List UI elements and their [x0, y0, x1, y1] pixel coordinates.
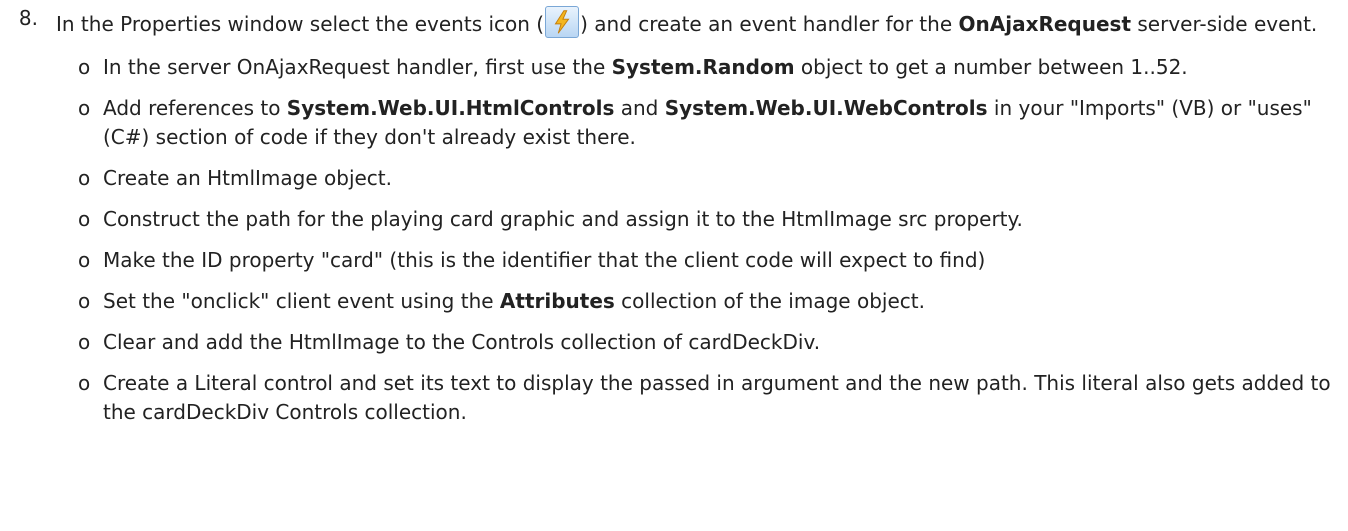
- item-text: Make the ID property "card" (this is the…: [103, 248, 986, 272]
- bullet-marker: o: [78, 166, 91, 190]
- list-item: o Construct the path for the playing card…: [78, 205, 1348, 234]
- bullet-marker: o: [78, 248, 91, 272]
- bullet-marker: o: [78, 330, 91, 354]
- list-item: o Clear and add the HtmlImage to the Cont…: [78, 328, 1348, 357]
- event-name: OnAjaxRequest: [958, 12, 1132, 36]
- bullet-marker: o: [78, 207, 91, 231]
- lightning-bolt-icon: [545, 6, 580, 38]
- item-text: Add references to: [103, 96, 287, 120]
- item-text: Set the "onclick" client event using the: [103, 289, 500, 313]
- list-item: o Make the ID property "card" (this is th…: [78, 246, 1348, 275]
- item-text: Construct the path for the playing card …: [103, 207, 1023, 231]
- item-text: Create a Literal control and set its tex…: [103, 371, 1331, 424]
- item-text: object to get a number between 1..52.: [794, 55, 1188, 79]
- sub-steps-list: o In the server OnAjaxRequest handler, fi…: [56, 53, 1348, 427]
- step-text-after-icon: ) and create an event handler for the: [580, 12, 959, 36]
- step-text-end: server-side event.: [1131, 12, 1318, 36]
- list-item: o Create an HtmlImage object.: [78, 164, 1348, 193]
- step-8: 8. In the Properties window select the e…: [0, 0, 1348, 427]
- bullet-marker: o: [78, 55, 91, 79]
- item-bold: System.Random: [611, 55, 795, 79]
- item-text: Create an HtmlImage object.: [103, 166, 393, 190]
- list-item: o Create a Literal control and set its te…: [78, 369, 1348, 427]
- item-bold: System.Web.UI.HtmlControls: [286, 96, 615, 120]
- item-bold: Attributes: [499, 289, 615, 313]
- item-text: and: [614, 96, 665, 120]
- step-text-before-icon: In the Properties window select the even…: [56, 12, 545, 36]
- item-text: In the server OnAjaxRequest handler, fir…: [103, 55, 612, 79]
- list-item: o In the server OnAjaxRequest handler, fi…: [78, 53, 1348, 82]
- step-number: 8.: [18, 6, 38, 30]
- bullet-marker: o: [78, 289, 91, 313]
- item-bold: System.Web.UI.WebControls: [664, 96, 988, 120]
- item-text: Clear and add the HtmlImage to the Contr…: [103, 330, 821, 354]
- list-item: o Add references to System.Web.UI.HtmlCon…: [78, 94, 1348, 152]
- list-item: o Set the "onclick" client event using th…: [78, 287, 1348, 316]
- step-text: In the Properties window select the even…: [56, 6, 1348, 39]
- bullet-marker: o: [78, 371, 91, 395]
- bullet-marker: o: [78, 96, 91, 120]
- item-text: collection of the image object.: [614, 289, 925, 313]
